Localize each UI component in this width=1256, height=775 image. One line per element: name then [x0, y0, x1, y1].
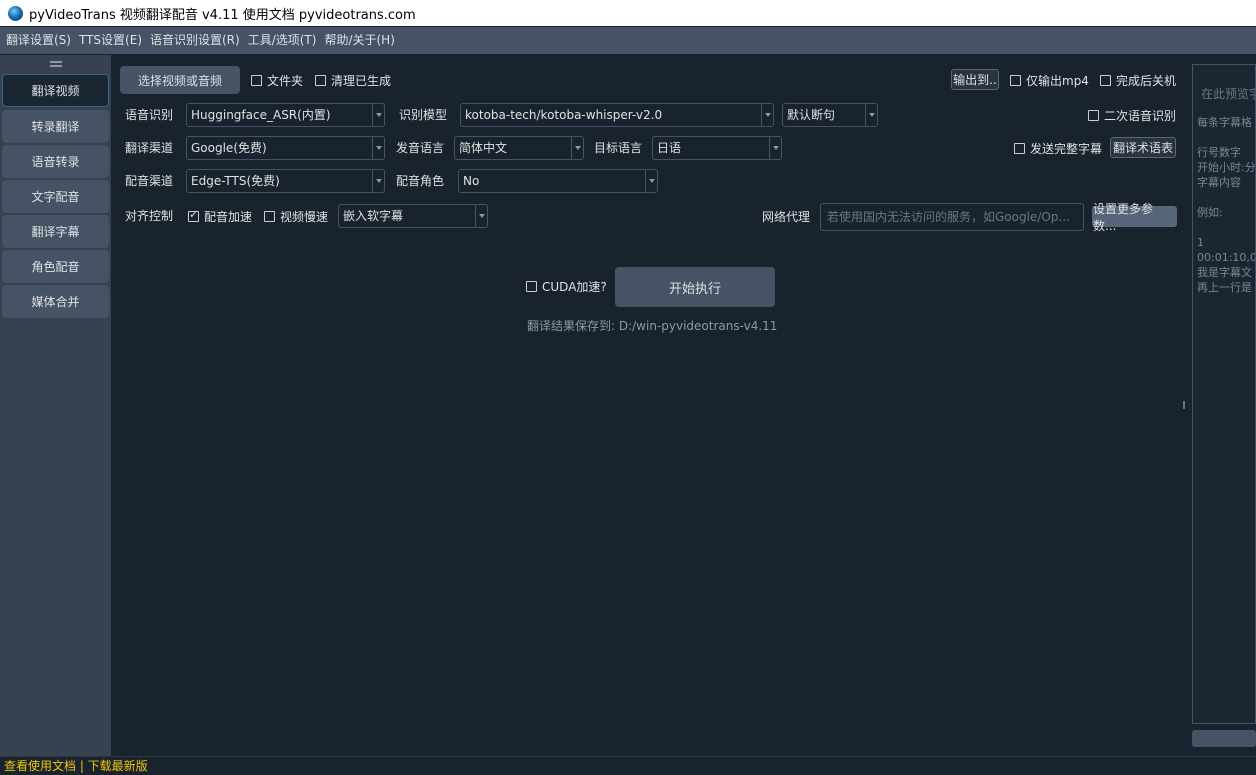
sidebar-item-speech-to-text[interactable]: 语音转录	[2, 145, 109, 178]
translate-channel-select[interactable]: Google(免费)	[186, 136, 385, 160]
source-language-select-value: 简体中文	[459, 141, 508, 155]
shutdown-checkbox-box[interactable]	[1100, 74, 1111, 86]
sidebar-item-media-merge[interactable]: 媒体合并	[2, 285, 109, 318]
split-mode-select-value: 默认断句	[787, 108, 836, 122]
voice-role-label: 配音角色	[396, 174, 445, 188]
proxy-label: 网络代理	[762, 210, 811, 224]
slowdown-video-checkbox-box[interactable]	[264, 210, 275, 222]
save-path-note: 翻译结果保存到: D:/win-pyvideotrans-v4.11	[527, 319, 778, 333]
shutdown-checkbox-label: 完成后关机	[1116, 73, 1177, 88]
cuda-checkbox-label: CUDA加速?	[542, 279, 607, 294]
asr-select[interactable]: Huggingface_ASR(内置)	[186, 103, 385, 127]
chevron-down-icon[interactable]	[372, 170, 384, 192]
source-language-select[interactable]: 简体中文	[454, 136, 584, 160]
folder-checkbox-label: 文件夹	[267, 73, 304, 88]
start-button[interactable]: 开始执行	[615, 267, 775, 307]
sidebar-item-translate-video[interactable]: 翻译视频	[2, 74, 109, 107]
shutdown-checkbox[interactable]: 完成后关机	[1100, 70, 1176, 90]
send-full-subtitle-checkbox-label: 发送完整字幕	[1030, 141, 1103, 156]
window-title: pyVideoTrans 视频翻译配音 v4.11 使用文档 pyvideotr…	[29, 7, 416, 23]
preview-placeholder: 在此预览字	[1201, 87, 1256, 101]
dubbing-channel-select[interactable]: Edge-TTS(免费)	[186, 169, 385, 193]
asr-model-select[interactable]: kotoba-tech/kotoba-whisper-v2.0	[460, 103, 774, 127]
select-media-button[interactable]: 选择视频或音频	[120, 66, 240, 94]
main-panel: 选择视频或音频 文件夹 清理已生成 输出到.. 仅输出mp4 完成后关机 语音识…	[111, 55, 1181, 756]
speedup-audio-checkbox-label: 配音加速	[204, 209, 253, 224]
mp4-only-checkbox-label: 仅输出mp4	[1026, 73, 1089, 88]
second-asr-checkbox-label: 二次语音识别	[1104, 108, 1177, 123]
dubbing-channel-select-value: Edge-TTS(免费)	[191, 174, 280, 188]
output-to-button[interactable]: 输出到..	[951, 69, 999, 90]
more-params-button[interactable]: 设置更多参数...	[1092, 202, 1177, 233]
asr-model-select-value: kotoba-tech/kotoba-whisper-v2.0	[465, 108, 663, 122]
split-mode-select[interactable]: 默认断句	[782, 103, 878, 127]
status-link[interactable]: 查看使用文档 | 下载最新版	[4, 759, 148, 773]
target-language-select[interactable]: 日语	[652, 136, 782, 160]
slowdown-video-checkbox[interactable]: 视频慢速	[264, 206, 328, 226]
menu-bar: 翻译设置(S) TTS设置(E) 语音识别设置(R) 工具/选项(T) 帮助/关…	[0, 27, 1256, 54]
preview-panel: ‖ 在此预览字 每条字幕格 行号数字 开始小时:分 字幕内容 例如: 1 00:…	[1182, 55, 1256, 756]
chevron-down-icon[interactable]	[761, 104, 773, 126]
clear-generated-checkbox-box[interactable]	[315, 74, 326, 86]
second-asr-checkbox[interactable]: 二次语音识别	[1088, 105, 1176, 125]
chevron-down-icon[interactable]	[372, 137, 384, 159]
folder-checkbox-box[interactable]	[251, 74, 262, 86]
title-bar: pyVideoTrans 视频翻译配音 v4.11 使用文档 pyvideotr…	[0, 0, 1256, 26]
cuda-checkbox-box[interactable]	[526, 280, 537, 292]
voice-role-select-value: No	[463, 174, 480, 188]
status-bar[interactable]: 查看使用文档 | 下载最新版	[0, 756, 1256, 775]
preview-bottom-button[interactable]	[1192, 730, 1256, 747]
subtitle-embed-select-value: 嵌入软字幕	[343, 209, 404, 223]
chevron-down-icon[interactable]	[865, 104, 877, 126]
slowdown-video-checkbox-label: 视频慢速	[280, 209, 329, 224]
chevron-down-icon[interactable]	[769, 137, 781, 159]
chevron-down-icon[interactable]	[645, 170, 657, 192]
subtitle-preview-box[interactable]: 在此预览字 每条字幕格 行号数字 开始小时:分 字幕内容 例如: 1 00:01…	[1192, 64, 1256, 724]
glossary-button[interactable]: 翻译术语表	[1110, 137, 1176, 158]
app-logo-icon	[8, 5, 23, 21]
asr-model-label: 识别模型	[399, 108, 448, 122]
mp4-only-checkbox-box[interactable]	[1010, 74, 1021, 86]
align-control-label: 对齐控制	[125, 209, 174, 223]
sidebar-item-text-to-speech[interactable]: 文字配音	[2, 180, 109, 213]
cuda-checkbox[interactable]: CUDA加速?	[526, 276, 607, 296]
source-language-label: 发音语言	[396, 141, 445, 155]
menu-translate-settings[interactable]: 翻译设置(S)	[2, 27, 75, 54]
menu-help-about[interactable]: 帮助/关于(H)	[320, 27, 398, 54]
dubbing-channel-label: 配音渠道	[125, 174, 174, 188]
splitter-handle-icon[interactable]: ‖	[1182, 400, 1187, 412]
asr-label: 语音识别	[125, 108, 174, 122]
sidebar: 翻译视频 转录翻译 语音转录 文字配音 翻译字幕 角色配音 媒体合并	[0, 55, 111, 756]
send-full-subtitle-checkbox-box[interactable]	[1014, 142, 1025, 154]
send-full-subtitle-checkbox[interactable]: 发送完整字幕	[1014, 138, 1102, 158]
folder-checkbox[interactable]: 文件夹	[251, 70, 303, 90]
drag-handle-icon[interactable]	[49, 61, 62, 67]
clear-generated-checkbox[interactable]: 清理已生成	[315, 70, 391, 90]
sidebar-item-role-dubbing[interactable]: 角色配音	[2, 250, 109, 283]
target-language-label: 目标语言	[594, 141, 643, 155]
target-language-select-value: 日语	[657, 141, 682, 155]
subtitle-embed-select[interactable]: 嵌入软字幕	[338, 204, 488, 228]
speedup-audio-checkbox-box[interactable]	[188, 208, 199, 222]
menu-tools-options[interactable]: 工具/选项(T)	[244, 27, 321, 54]
chevron-down-icon[interactable]	[571, 137, 583, 159]
chevron-down-icon[interactable]	[372, 104, 384, 126]
clear-generated-checkbox-label: 清理已生成	[331, 73, 392, 88]
translate-channel-select-value: Google(免费)	[191, 141, 267, 155]
menu-tts-settings[interactable]: TTS设置(E)	[75, 27, 146, 54]
chevron-down-icon[interactable]	[475, 205, 487, 227]
menu-asr-settings[interactable]: 语音识别设置(R)	[146, 27, 244, 54]
sidebar-item-translate-subtitles[interactable]: 翻译字幕	[2, 215, 109, 248]
second-asr-checkbox-box[interactable]	[1088, 109, 1099, 121]
translate-channel-label: 翻译渠道	[125, 141, 174, 155]
proxy-input[interactable]: 若使用国内无法访问的服务，如Google/Op...	[820, 203, 1084, 231]
speedup-audio-checkbox[interactable]: 配音加速	[188, 206, 252, 226]
sidebar-item-transcribe-translate[interactable]: 转录翻译	[2, 110, 109, 143]
voice-role-select[interactable]: No	[458, 169, 658, 193]
preview-guide-text: 每条字幕格 行号数字 开始小时:分 字幕内容 例如: 1 00:01:10,0 …	[1197, 116, 1256, 294]
asr-select-value: Huggingface_ASR(内置)	[191, 108, 331, 122]
mp4-only-checkbox[interactable]: 仅输出mp4	[1010, 70, 1089, 90]
